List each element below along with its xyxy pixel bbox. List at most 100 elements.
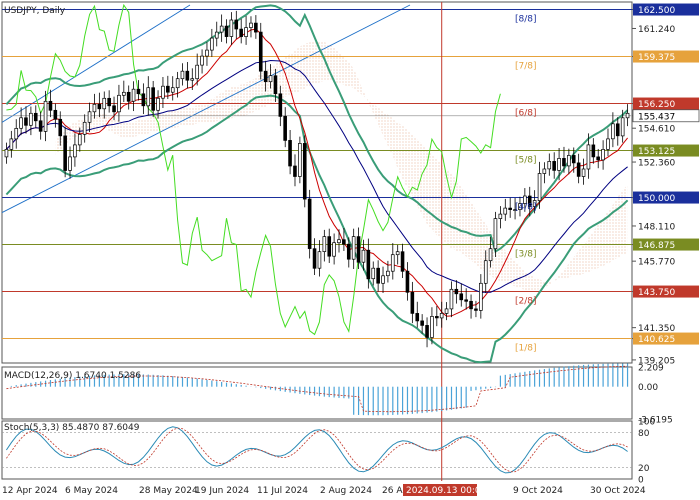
candle-body (87, 111, 92, 123)
price-tick-label: 150.000 (638, 194, 675, 204)
candle-body (97, 103, 102, 110)
candle-body (170, 87, 175, 93)
candle-body (302, 143, 307, 200)
date-tick-label: 2024.09.13 00:00 (406, 486, 487, 496)
candle-body (14, 128, 19, 140)
candle-body (166, 85, 170, 93)
candle-body (317, 251, 322, 269)
candle-body (474, 308, 478, 311)
candle-body (117, 94, 121, 113)
candle-body (625, 112, 630, 119)
candle-body (229, 19, 234, 37)
candle-body (126, 91, 131, 102)
candle-body (175, 78, 180, 89)
price-tick-label: 161.240 (638, 25, 675, 35)
stoch-title: Stoch(5,3,3) 85.4870 87.6049 (4, 423, 140, 433)
candle-body (107, 97, 111, 107)
candle-body (615, 123, 620, 137)
price-tick-label: 143.750 (638, 288, 675, 298)
candle-body (219, 25, 224, 33)
candle-body (112, 105, 116, 113)
candle-body (224, 25, 229, 37)
candle-body (9, 138, 14, 150)
candle-body (190, 78, 195, 81)
candle-body (351, 236, 356, 260)
candle-body (376, 267, 380, 284)
candle-body (503, 207, 508, 215)
candle-body (283, 115, 287, 141)
price-tick-label: 162.500 (638, 6, 675, 16)
candle-body (410, 291, 415, 314)
candle-body (439, 313, 444, 319)
candle-body (435, 316, 439, 319)
candle-body (459, 293, 464, 301)
candle-body (371, 267, 376, 280)
candle-body (82, 121, 87, 135)
price-axis: 162.500 161.240 159.375 156.250 155.437 154.6… (632, 3, 700, 366)
macd-tick-label: 0.00 (638, 383, 658, 393)
candle-body (449, 288, 454, 310)
candle-body (420, 320, 424, 326)
usdjpy-chart: [8/8] [7/8] [6/8] [5/8] [4/8] [3/8] [2/8] [1/8]… (0, 0, 700, 500)
murrey-label-7: [1/8] (515, 344, 537, 354)
candle-body (562, 158, 566, 167)
candle-body (146, 87, 151, 107)
chart-title: USDJPY, Daily (4, 6, 66, 16)
candle-body (48, 100, 53, 111)
candle-body (161, 85, 165, 99)
candle-body (346, 243, 351, 260)
price-tick-label: 159.375 (638, 53, 675, 63)
stoch-tick-label: 20 (638, 464, 650, 474)
candle-body (136, 88, 141, 95)
candle-body (268, 75, 273, 83)
candle-body (288, 140, 292, 167)
candle-body (571, 155, 576, 164)
candle-body (254, 22, 258, 33)
candle-body (151, 87, 155, 111)
murrey-label-2: [6/8] (515, 109, 537, 119)
date-tick-label: 12 Apr 2024 (2, 486, 58, 496)
candle-body (542, 168, 547, 174)
candle-body (606, 138, 610, 150)
stoch-tick-label: 0 (638, 476, 644, 486)
candle-body (488, 248, 493, 262)
candle-body (312, 248, 317, 269)
candle-body (479, 282, 483, 311)
candle-body (131, 88, 136, 102)
candle-body (258, 31, 263, 72)
candle-body (537, 173, 542, 201)
candle-body (361, 249, 366, 263)
candle-body (469, 300, 473, 310)
candle-body (444, 308, 449, 314)
macd-title: MACD(12,26,9) 1.6740 1.5286 (4, 371, 141, 381)
chart-canvas: [8/8] [7/8] [6/8] [5/8] [4/8] [3/8] [2/8] [1/8]… (1, 1, 700, 496)
candle-body (547, 161, 552, 170)
candle-body (77, 134, 82, 146)
candle-body (214, 31, 219, 39)
candle-body (586, 144, 591, 170)
price-tick-label: 148.110 (638, 222, 675, 232)
candle-body (239, 28, 243, 37)
macd-tick-label: 2.209 (638, 364, 664, 374)
candle-body (180, 70, 185, 80)
candle-body (200, 55, 204, 66)
murrey-label-3: [5/8] (515, 156, 537, 166)
candle-body (53, 109, 58, 120)
candle-body (601, 149, 605, 161)
candle-body (322, 236, 327, 252)
murrey-label-5: [3/8] (515, 250, 537, 260)
murrey-label-0: [8/8] (515, 15, 537, 25)
candle-body (263, 70, 268, 83)
candle-body (293, 165, 297, 177)
candle-body (244, 27, 248, 37)
candle-body (298, 143, 302, 177)
candle-body (205, 49, 209, 57)
candle-body (390, 254, 395, 272)
candle-body (249, 22, 253, 28)
price-tick-label: 152.360 (638, 159, 675, 169)
candle-body (122, 91, 126, 96)
candle-body (68, 156, 72, 171)
candle-body (576, 162, 581, 177)
candle-body (210, 37, 214, 51)
candle-body (464, 299, 468, 302)
